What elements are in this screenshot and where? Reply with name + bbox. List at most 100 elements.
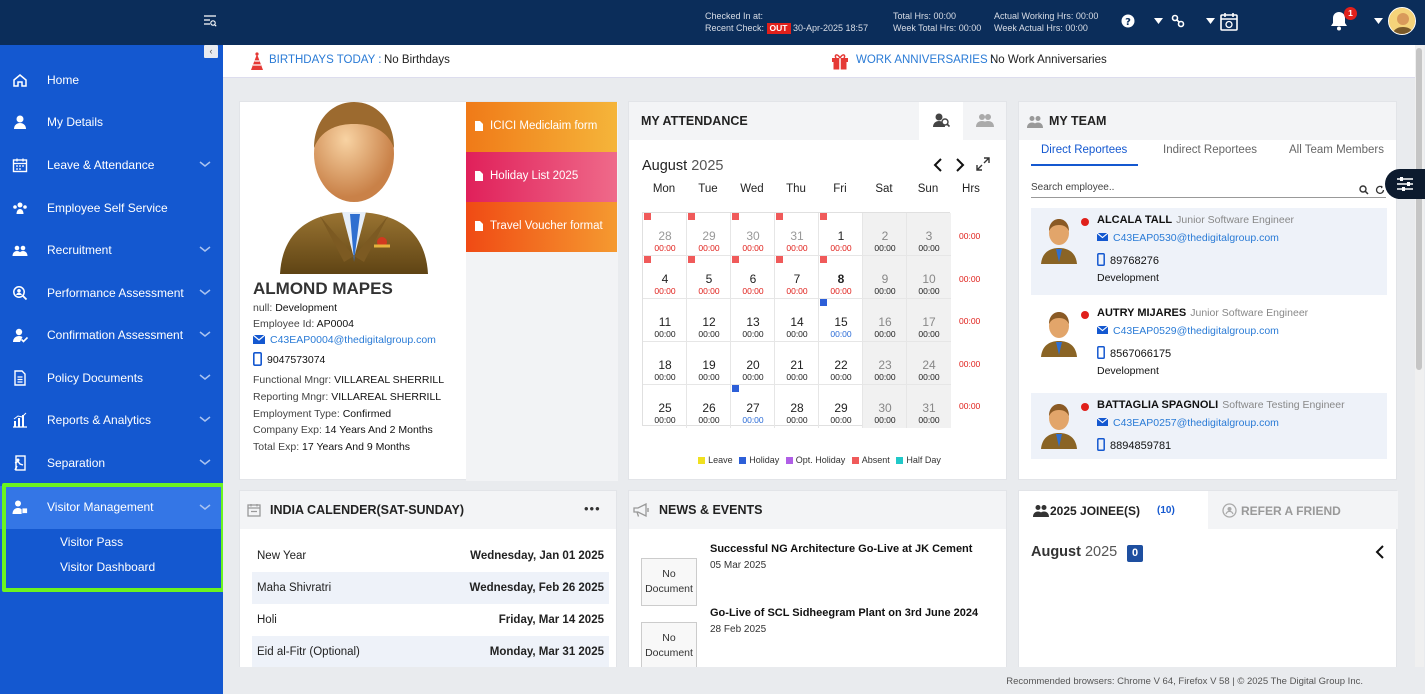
calendar-day[interactable]: 29 00:00 xyxy=(819,385,863,428)
member-email[interactable]: C43EAP0530@thedigitalgroup.com xyxy=(1096,232,1279,244)
calendar-day[interactable]: 15 00:00 xyxy=(819,299,863,342)
calendar-clock-icon[interactable] xyxy=(1220,12,1238,31)
sidebar-item-home[interactable]: Home xyxy=(0,60,223,100)
sidebar-subitem-visitor-pass[interactable]: Visitor Pass xyxy=(60,535,123,549)
calendar-day[interactable]: 3 00:00 xyxy=(907,213,951,256)
search-icon[interactable] xyxy=(1359,185,1369,195)
calendar-day[interactable]: 31 00:00 xyxy=(775,213,819,256)
member-email[interactable]: C43EAP0257@thedigitalgroup.com xyxy=(1096,417,1279,429)
notification-badge: 1 xyxy=(1344,7,1357,20)
chevron-down-icon xyxy=(199,459,211,465)
calendar-day[interactable]: 16 00:00 xyxy=(863,299,907,342)
chevron-left-icon[interactable] xyxy=(1374,544,1386,560)
menu-toggle-icon[interactable] xyxy=(203,14,217,28)
chevron-down-icon[interactable] xyxy=(1206,18,1215,24)
refresh-icon[interactable] xyxy=(1375,185,1385,195)
profile-email-link[interactable]: C43EAP0004@thedigitalgroup.com xyxy=(270,334,436,346)
settings-slider-button[interactable] xyxy=(1385,169,1425,199)
link-travel-voucher[interactable]: Travel Voucher format xyxy=(466,202,617,252)
member-department: Development xyxy=(1097,365,1159,377)
sidebar-collapse-button[interactable]: ‹ xyxy=(204,45,218,58)
chevron-down-icon[interactable] xyxy=(1374,18,1383,24)
sidebar-subitem-visitor-dashboard[interactable]: Visitor Dashboard xyxy=(60,560,155,574)
scrollbar-thumb[interactable] xyxy=(1416,48,1422,370)
calendar-day[interactable]: 1 00:00 xyxy=(819,213,863,256)
calendar-day[interactable]: 4 00:00 xyxy=(643,256,687,299)
calendar-day[interactable]: 7 00:00 xyxy=(775,256,819,299)
calendar-day[interactable]: 28 00:00 xyxy=(775,385,819,428)
recent-check-label: Recent Check: xyxy=(705,23,765,33)
status-dot xyxy=(1081,311,1089,319)
member-email[interactable]: C43EAP0529@thedigitalgroup.com xyxy=(1096,325,1279,337)
refer-label: REFER A FRIEND xyxy=(1241,504,1341,518)
team-member-card[interactable]: BATTAGLIA SPAGNOLI Software Testing Engin… xyxy=(1031,393,1387,459)
team-icon xyxy=(12,245,28,256)
team-member-card[interactable]: ALCALA TALL Junior Software Engineer C43E… xyxy=(1031,208,1387,295)
user-avatar[interactable] xyxy=(1388,7,1416,35)
calendar-day[interactable]: 2 00:00 xyxy=(863,213,907,256)
holiday-row: Maha Shivratri Wednesday, Feb 26 2025 xyxy=(252,572,609,604)
calendar-day[interactable]: 5 00:00 xyxy=(687,256,731,299)
calendar-day[interactable]: 22 00:00 xyxy=(819,342,863,385)
sidebar-item-employee-self-service[interactable]: Employee Self Service xyxy=(0,188,223,228)
calendar-day[interactable]: 23 00:00 xyxy=(863,342,907,385)
sidebar-item-confirmation-assessment[interactable]: Confirmation Assessment xyxy=(0,315,223,355)
chevron-down-icon[interactable] xyxy=(1154,18,1163,24)
calendar-day[interactable]: 31 00:00 xyxy=(907,385,951,428)
calendar-day[interactable]: 13 00:00 xyxy=(731,299,775,342)
expand-icon[interactable] xyxy=(976,157,990,171)
chevron-left-icon[interactable] xyxy=(932,157,944,173)
calendar-day[interactable]: 30 00:00 xyxy=(863,385,907,428)
sidebar-item-policy-documents[interactable]: Policy Documents xyxy=(0,358,223,398)
calendar-day[interactable]: 18 00:00 xyxy=(643,342,687,385)
hours-header: Hrs xyxy=(962,183,980,195)
calendar-day[interactable]: 27 00:00 xyxy=(731,385,775,428)
calendar-day[interactable]: 9 00:00 xyxy=(863,256,907,299)
sidebar-item-separation[interactable]: Separation xyxy=(0,443,223,483)
sidebar-item-performance-assessment[interactable]: Performance Assessment xyxy=(0,273,223,313)
calendar-day[interactable]: 17 00:00 xyxy=(907,299,951,342)
calendar-day[interactable]: 11 00:00 xyxy=(643,299,687,342)
sidebar-item-reports-analytics[interactable]: Reports & Analytics xyxy=(0,400,223,440)
team-member-card[interactable]: AUTRY MIJARES Junior Software Engineer C4… xyxy=(1031,301,1387,388)
sidebar-item-my-details[interactable]: My Details xyxy=(0,102,223,142)
calendar-day[interactable]: 14 00:00 xyxy=(775,299,819,342)
mail-icon xyxy=(1096,232,1109,241)
tab-direct-reportees[interactable]: Direct Reportees xyxy=(1041,144,1127,156)
calendar-day[interactable]: 20 00:00 xyxy=(731,342,775,385)
calendar-day[interactable]: 8 00:00 xyxy=(819,256,863,299)
holiday-header: INDIA CALENDER(SAT-SUNDAY) ••• xyxy=(240,491,616,529)
calendar-day[interactable]: 21 00:00 xyxy=(775,342,819,385)
calendar-day[interactable]: 30 00:00 xyxy=(731,213,775,256)
sidebar-item-visitor-management[interactable]: Visitor Management xyxy=(0,486,223,529)
calendar-day[interactable]: 28 00:00 xyxy=(643,213,687,256)
chevron-right-icon[interactable] xyxy=(954,157,966,173)
calendar-day[interactable]: 12 00:00 xyxy=(687,299,731,342)
more-options-icon[interactable]: ••• xyxy=(584,501,601,516)
chart-icon xyxy=(13,412,27,428)
calendar-day[interactable]: 25 00:00 xyxy=(643,385,687,428)
link-holiday-list[interactable]: Holiday List 2025 xyxy=(466,152,617,202)
calendar-day[interactable]: 19 00:00 xyxy=(687,342,731,385)
tab-my-attendance[interactable] xyxy=(919,102,963,140)
tab-joinees[interactable]: 2025 JOINEE(S) (10) xyxy=(1019,491,1208,529)
sidebar-item-leave-attendance[interactable]: Leave & Attendance xyxy=(0,145,223,185)
calendar-day[interactable]: 26 00:00 xyxy=(687,385,731,428)
link-icon[interactable] xyxy=(1170,13,1186,29)
tab-indirect-reportees[interactable]: Indirect Reportees xyxy=(1163,144,1257,156)
total-exp-value: 17 Years And 9 Months xyxy=(302,441,411,453)
tab-all-team-members[interactable]: All Team Members xyxy=(1289,144,1384,156)
tab-refer-friend[interactable]: REFER A FRIEND xyxy=(1208,491,1398,529)
week-hours: 00:00 xyxy=(959,401,981,411)
calendar-day[interactable]: 24 00:00 xyxy=(907,342,951,385)
link-icici-mediclaim[interactable]: ICICI Mediclaim form xyxy=(466,102,617,152)
help-icon[interactable]: ? xyxy=(1121,14,1135,28)
news-item[interactable]: No Document Successful NG Architecture G… xyxy=(641,543,1001,606)
calendar-day[interactable]: 29 00:00 xyxy=(687,213,731,256)
news-item[interactable]: No Document Go-Live of SCL Sidheegram Pl… xyxy=(641,607,1001,670)
team-attendance-icon[interactable] xyxy=(976,112,994,129)
sidebar-item-recruitment[interactable]: Recruitment xyxy=(0,230,223,270)
calendar-day[interactable]: 6 00:00 xyxy=(731,256,775,299)
employee-search-input[interactable]: Search employee.. xyxy=(1031,182,1386,198)
calendar-day[interactable]: 10 00:00 xyxy=(907,256,951,299)
